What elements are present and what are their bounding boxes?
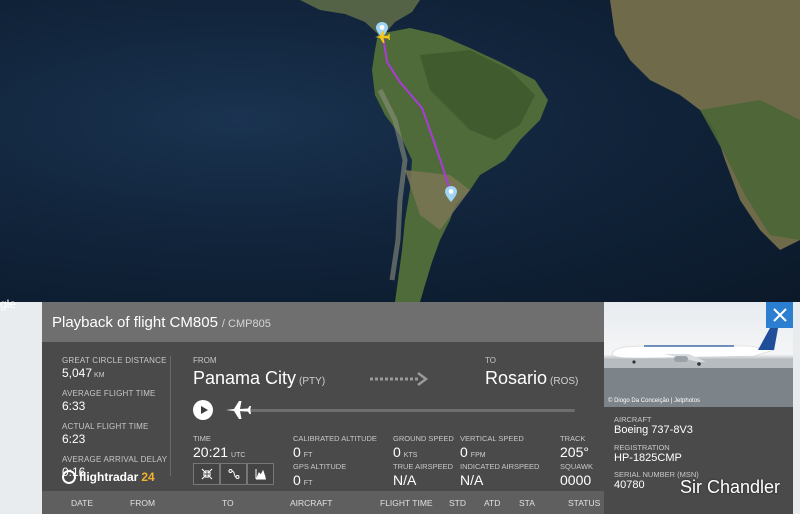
squawk-label: SQUAWK	[560, 462, 594, 471]
gps-altitude-value: 0 FT	[293, 472, 313, 488]
true-airspeed-value: N/A	[393, 472, 417, 488]
col-flight-time[interactable]: FLIGHT TIME	[380, 498, 433, 508]
route-icon	[228, 469, 239, 479]
flight-title: Playback of flight CM805	[52, 314, 218, 331]
time-label: TIME	[193, 434, 211, 443]
calibrated-altitude-label: CALIBRATED ALTITUDE	[293, 434, 377, 443]
aircraft-type-value: Boeing 737-8V3	[614, 424, 693, 436]
logo-icon	[62, 470, 76, 484]
close-button[interactable]	[766, 302, 793, 328]
col-from[interactable]: FROM	[130, 498, 155, 508]
background-strip	[793, 302, 800, 514]
aircraft-photo[interactable]: © Diogo Da Conceição | Jetphotos	[604, 302, 793, 407]
squawk-value: 0000	[560, 472, 592, 488]
from-label: FROM	[193, 356, 217, 365]
col-aircraft[interactable]: AIRCRAFT	[290, 498, 333, 508]
true-airspeed-label: TRUE AIRSPEED	[393, 462, 454, 471]
panel-header: Playback of flight CM805/ CMP805	[42, 302, 604, 342]
play-icon	[200, 406, 208, 414]
collapse-button[interactable]	[193, 463, 220, 485]
flight-playback-screen: gle Playback of flight CM805/ CMP805 GRE…	[0, 0, 800, 514]
view-tools	[193, 463, 274, 485]
plane-icon[interactable]	[374, 30, 390, 44]
flight-history-table-header: DATE FROM TO AIRCRAFT FLIGHT TIME STD AT…	[42, 491, 604, 514]
graph-button[interactable]	[247, 463, 274, 485]
indicated-airspeed-label: INDICATED AIRSPEED	[460, 462, 540, 471]
registration-label: REGISTRATION	[614, 443, 670, 452]
route-button[interactable]	[220, 463, 247, 485]
background-strip	[0, 302, 42, 514]
callsign: / CMP805	[221, 318, 271, 330]
play-button[interactable]	[193, 400, 213, 420]
close-icon	[772, 308, 787, 322]
panel-title: Playback of flight CM805/ CMP805	[52, 314, 271, 331]
flight-stats: GREAT CIRCLE DISTANCE 5,047 KM AVERAGE FL…	[62, 356, 172, 488]
col-atd[interactable]: ATD	[484, 498, 500, 508]
map-attribution: gle	[0, 297, 17, 311]
flightradar24-logo[interactable]: flightradar 24	[62, 470, 155, 484]
aircraft-photo-image	[604, 327, 793, 407]
col-sta[interactable]: STA	[519, 498, 535, 508]
map-terrain	[300, 0, 800, 302]
col-status[interactable]: STATUS	[568, 498, 600, 508]
stat-actual-flight-time: ACTUAL FLIGHT TIME 6:23	[62, 422, 149, 446]
panel-body: GREAT CIRCLE DISTANCE 5,047 KM AVERAGE FL…	[42, 342, 604, 491]
stat-great-circle-distance: GREAT CIRCLE DISTANCE 5,047 KM	[62, 356, 167, 380]
watermark-text: Sir Chandler	[680, 477, 781, 497]
col-date[interactable]: DATE	[71, 498, 93, 508]
ground-speed-value: 0 KTS	[393, 444, 418, 460]
to-label: TO	[485, 356, 496, 365]
vertical-speed-value: 0 FPM	[460, 444, 486, 460]
destination-airport[interactable]: Rosario (ROS)	[485, 368, 578, 389]
ground-speed-label: GROUND SPEED	[393, 434, 454, 443]
map-view[interactable]	[0, 0, 800, 302]
route-arrow-icon	[370, 372, 429, 386]
indicated-airspeed-value: N/A	[460, 472, 484, 488]
vertical-speed-label: VERTICAL SPEED	[460, 434, 524, 443]
collapse-icon	[201, 468, 212, 480]
calibrated-altitude-value: 0 FT	[293, 444, 313, 460]
graph-icon	[255, 469, 266, 480]
timeline-plane-icon[interactable]	[224, 399, 252, 421]
serial-number-value: 40780	[614, 479, 645, 491]
photo-credit: © Diogo Da Conceição | Jetphotos	[608, 398, 701, 404]
gps-altitude-label: GPS ALTITUDE	[293, 462, 347, 471]
destination-pin-icon[interactable]	[445, 186, 457, 202]
playback-timeline[interactable]	[235, 409, 575, 412]
track-label: TRACK	[560, 434, 586, 443]
aircraft-type-label: AIRCRAFT	[614, 415, 652, 424]
origin-airport[interactable]: Panama City (PTY)	[193, 368, 325, 389]
divider	[170, 356, 171, 476]
col-std[interactable]: STD	[449, 498, 466, 508]
col-to[interactable]: TO	[222, 498, 234, 508]
registration-value[interactable]: HP-1825CMP	[614, 452, 682, 464]
time-value: 20:21 UTC	[193, 444, 246, 460]
stat-average-flight-time: AVERAGE FLIGHT TIME 6:33	[62, 389, 156, 413]
track-value: 205°	[560, 444, 589, 460]
